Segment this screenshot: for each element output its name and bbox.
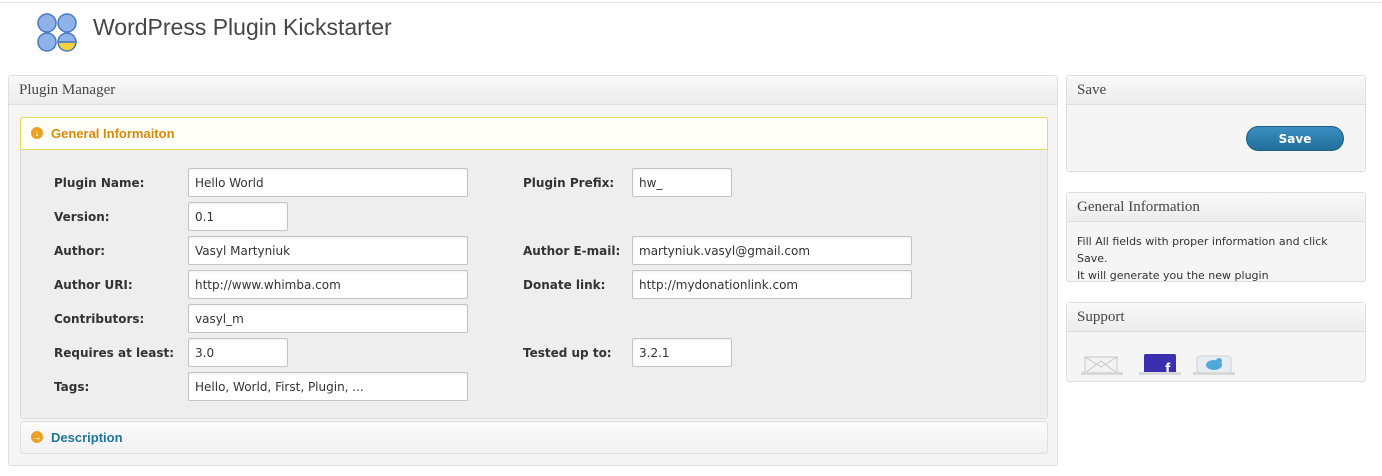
description-section[interactable]: → Description: [20, 421, 1048, 454]
donate-link-label: Donate link:: [523, 278, 606, 292]
twitter-icon[interactable]: [1191, 353, 1237, 375]
tags-input[interactable]: [188, 372, 468, 401]
description-title: Description: [51, 430, 123, 445]
contributors-input[interactable]: [188, 304, 468, 333]
support-panel-title: Support: [1067, 303, 1365, 332]
support-panel: Support f: [1066, 302, 1366, 382]
author-uri-label: Author URI:: [54, 278, 133, 292]
save-panel: Save Save: [1066, 75, 1366, 172]
general-information-title: General Informaiton: [51, 126, 175, 141]
save-button[interactable]: Save: [1246, 126, 1344, 151]
requires-label: Requires at least:: [54, 346, 175, 360]
expand-arrow-icon: →: [31, 431, 43, 443]
contributors-label: Contributors:: [54, 312, 145, 326]
general-information-panel-title: General Information: [1067, 193, 1365, 222]
author-uri-input[interactable]: [188, 270, 468, 299]
version-label: Version:: [54, 210, 110, 224]
facebook-icon[interactable]: f: [1137, 353, 1183, 375]
donate-link-input[interactable]: [632, 270, 912, 299]
author-label: Author:: [54, 244, 106, 258]
email-icon[interactable]: [1079, 353, 1125, 375]
plugin-manager-title: Plugin Manager: [9, 76, 1057, 105]
plugin-manager-panel: Plugin Manager ↓ General Informaiton Plu…: [8, 75, 1058, 466]
general-information-panel: General Information Fill All fields with…: [1066, 192, 1366, 282]
info-line-1: Fill All fields with proper information …: [1077, 235, 1328, 265]
version-input[interactable]: [188, 202, 288, 231]
tags-label: Tags:: [54, 380, 90, 394]
requires-input[interactable]: [188, 338, 288, 367]
top-border: [0, 2, 1382, 3]
tested-label: Tested up to:: [523, 346, 612, 360]
tested-input[interactable]: [632, 338, 732, 367]
author-email-label: Author E-mail:: [523, 244, 621, 258]
save-panel-title: Save: [1067, 76, 1365, 105]
plugin-name-label: Plugin Name:: [54, 176, 145, 190]
plugin-prefix-label: Plugin Prefix:: [523, 176, 615, 190]
plugin-prefix-input[interactable]: [632, 168, 732, 197]
general-information-section: ↓ General Informaiton Plugin Name: Versi…: [20, 117, 1048, 419]
general-information-text: Fill All fields with proper information …: [1067, 222, 1365, 284]
author-email-input[interactable]: [632, 236, 912, 265]
plugin-name-input[interactable]: [188, 168, 468, 197]
general-information-header[interactable]: ↓ General Informaiton: [20, 117, 1048, 150]
author-input[interactable]: [188, 236, 468, 265]
plugin-logo-icon: [37, 13, 77, 52]
page-title: WordPress Plugin Kickstarter: [93, 14, 392, 40]
collapse-arrow-icon: ↓: [31, 127, 43, 139]
info-line-2: It will generate you the new plugin: [1077, 269, 1269, 282]
